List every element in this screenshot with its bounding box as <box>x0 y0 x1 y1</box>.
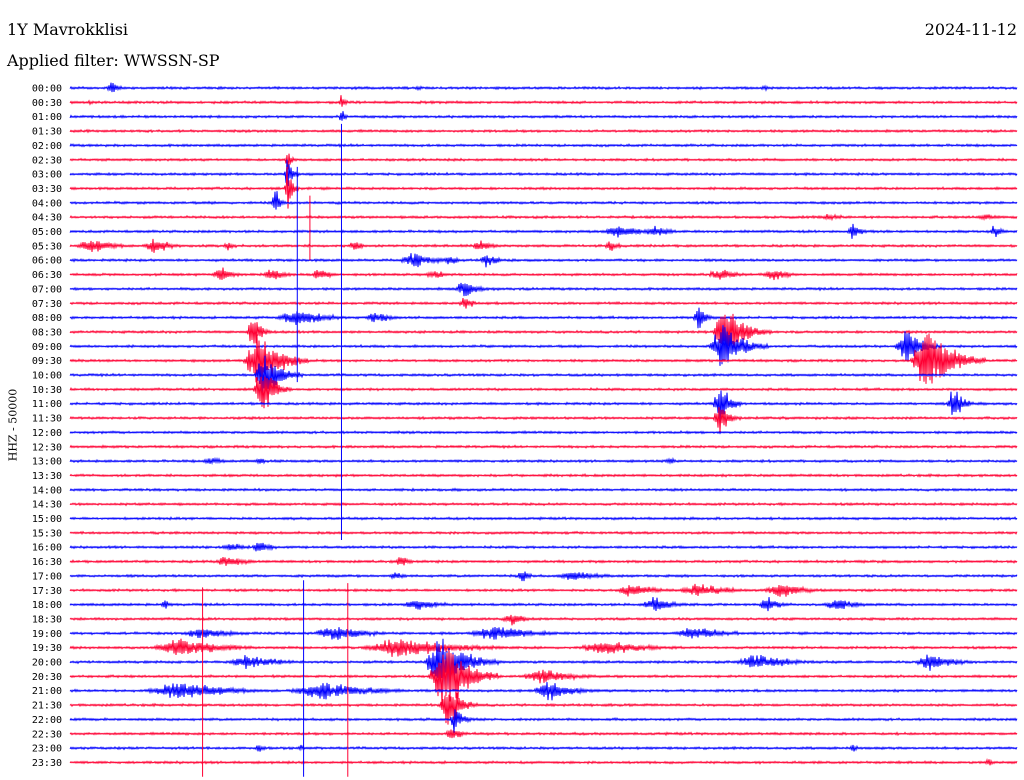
time-label: 20:00 <box>32 658 62 669</box>
helicorder-plot: 00:00 00:30 01:00 01:30 02:00 02:30 03:00 03:30… <box>32 82 1018 777</box>
trace-line <box>69 111 1018 121</box>
trace-line <box>69 501 1018 507</box>
time-label: 01:30 <box>32 127 62 138</box>
time-label: 11:00 <box>32 399 62 410</box>
trace-line <box>69 638 1018 657</box>
trace-line <box>69 128 1018 134</box>
trace-line <box>69 307 1018 329</box>
time-label: 03:00 <box>32 170 62 181</box>
time-label: 13:00 <box>32 457 62 468</box>
time-label: 21:00 <box>32 686 62 697</box>
trace-line <box>69 530 1018 536</box>
trace-line <box>69 744 1018 752</box>
time-label: 19:30 <box>32 643 62 654</box>
time-label: 12:00 <box>32 428 62 439</box>
time-label: 09:30 <box>32 356 62 367</box>
time-label: 10:00 <box>32 371 62 382</box>
trace-line <box>69 627 1018 640</box>
time-label: 02:30 <box>32 155 62 166</box>
time-label: 23:30 <box>32 758 62 769</box>
trace-line <box>69 95 1018 107</box>
trace-line <box>69 333 1018 384</box>
time-label: 11:30 <box>32 414 62 425</box>
trace-line <box>69 571 1018 582</box>
trace-line <box>69 596 1018 612</box>
trace-line <box>69 407 1018 433</box>
trace-line <box>69 649 1018 708</box>
time-label: 06:00 <box>32 256 62 267</box>
trace-line <box>69 213 1018 222</box>
time-label: 03:30 <box>32 184 62 195</box>
trace-line <box>69 142 1018 148</box>
trace-line <box>69 282 1018 297</box>
trace-line <box>69 682 1018 701</box>
trace-line <box>69 542 1018 552</box>
trace-line <box>69 516 1018 521</box>
trace-line <box>69 487 1018 493</box>
trace-line <box>69 313 1018 356</box>
time-label: 14:00 <box>32 485 62 496</box>
time-label: 00:00 <box>32 84 62 95</box>
time-label: 10:30 <box>32 385 62 396</box>
time-label: 17:00 <box>32 571 62 582</box>
trace-line <box>69 473 1018 478</box>
time-label: 09:00 <box>32 342 62 353</box>
time-label: 15:00 <box>32 514 62 525</box>
trace-line <box>69 557 1018 566</box>
time-label: 07:30 <box>32 299 62 310</box>
trace-line <box>69 267 1018 281</box>
time-label: 12:30 <box>32 442 62 453</box>
time-label: 22:30 <box>32 729 62 740</box>
trace-line <box>69 191 1018 210</box>
time-label: 16:30 <box>32 557 62 568</box>
trace-line <box>69 758 1018 766</box>
time-label: 19:00 <box>32 629 62 640</box>
time-label: 18:00 <box>32 600 62 611</box>
trace-line <box>69 729 1018 739</box>
time-label: 13:30 <box>32 471 62 482</box>
time-label: 17:30 <box>32 586 62 597</box>
trace-line <box>69 583 1018 597</box>
trace-line <box>69 456 1018 465</box>
time-label: 01:00 <box>32 112 62 123</box>
trace-line <box>69 298 1018 309</box>
trace-line <box>69 223 1018 239</box>
trace-line <box>69 614 1018 626</box>
time-label: 06:30 <box>32 270 62 281</box>
trace-line <box>69 159 1018 187</box>
time-label: 22:00 <box>32 715 62 726</box>
time-label: 23:00 <box>32 744 62 755</box>
trace-line <box>69 238 1018 253</box>
time-label: 04:00 <box>32 198 62 209</box>
trace-line <box>69 153 1018 170</box>
time-label: 08:30 <box>32 327 62 338</box>
time-label: 08:00 <box>32 313 62 324</box>
time-label: 18:30 <box>32 614 62 625</box>
trace-line <box>69 709 1018 734</box>
time-label: 05:00 <box>32 227 62 238</box>
time-label: 15:30 <box>32 528 62 539</box>
time-label: 04:30 <box>32 213 62 224</box>
time-label: 16:00 <box>32 543 62 554</box>
time-label: 20:30 <box>32 672 62 683</box>
time-label: 14:30 <box>32 500 62 511</box>
trace-line <box>69 253 1018 268</box>
time-label: 05:30 <box>32 241 62 252</box>
time-label: 02:00 <box>32 141 62 152</box>
trace-line <box>69 82 1018 93</box>
time-label: 00:30 <box>32 98 62 109</box>
trace-line <box>69 430 1018 435</box>
time-label: 07:00 <box>32 284 62 295</box>
time-label: 21:30 <box>32 701 62 712</box>
trace-line <box>69 444 1018 450</box>
